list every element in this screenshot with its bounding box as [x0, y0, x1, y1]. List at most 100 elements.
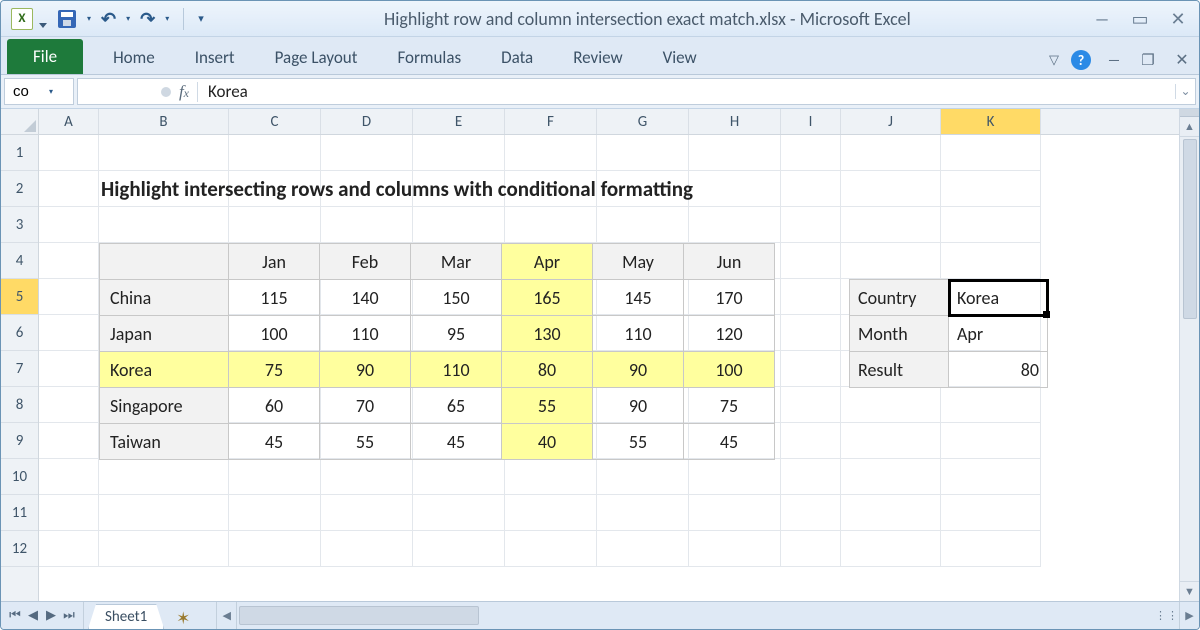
scroll-right-button[interactable]: ▶	[1179, 602, 1199, 629]
col-header-H[interactable]: H	[689, 109, 781, 134]
redo-button[interactable]: ↷	[140, 8, 155, 30]
table-cell[interactable]: 165	[502, 280, 593, 316]
table-cell[interactable]: 120	[684, 316, 775, 352]
minimize-button[interactable]: ―	[1091, 8, 1113, 30]
help-icon[interactable]: ?	[1071, 50, 1091, 70]
table-cell[interactable]: 90	[593, 388, 684, 424]
split-handle-icon[interactable]	[1180, 109, 1199, 117]
lookup-value[interactable]: Korea	[949, 280, 1048, 316]
lookup-label[interactable]: Country	[850, 280, 949, 316]
row-header-7[interactable]: 7	[1, 351, 38, 387]
row-header-2[interactable]: 2	[1, 171, 38, 207]
workbook-restore-button[interactable]: ❐	[1137, 51, 1159, 70]
name-box[interactable]: ▾	[4, 78, 74, 105]
table-row-label[interactable]: Japan	[100, 316, 229, 352]
row-header-9[interactable]: 9	[1, 423, 38, 459]
vscroll-thumb[interactable]	[1183, 139, 1197, 319]
table-cell[interactable]: 145	[593, 280, 684, 316]
row-header-5[interactable]: 5	[1, 279, 38, 315]
scroll-left-button[interactable]: ◀	[217, 602, 237, 629]
table-cell[interactable]: 90	[593, 352, 684, 388]
save-dropdown-icon[interactable]: ▾	[87, 14, 91, 24]
table-header[interactable]: Jan	[229, 244, 320, 280]
table-cell[interactable]: 130	[502, 316, 593, 352]
worksheet[interactable]: ABCDEFGHIJK 123456789101112 Highlight in…	[1, 109, 1199, 601]
formula-input[interactable]: Korea	[198, 81, 1175, 102]
row-header-3[interactable]: 3	[1, 207, 38, 243]
cell-grid[interactable]: Highlight intersecting rows and columns …	[39, 135, 1179, 601]
close-button[interactable]: ✕	[1167, 8, 1189, 30]
table-cell[interactable]: 45	[229, 424, 320, 460]
ribbon-tab-review[interactable]: Review	[573, 47, 622, 68]
ribbon-tab-insert[interactable]: Insert	[195, 47, 235, 68]
table-cell[interactable]: 110	[411, 352, 502, 388]
column-headers[interactable]: ABCDEFGHIJK	[39, 109, 1179, 135]
col-header-I[interactable]: I	[781, 109, 841, 134]
table-header[interactable]: Apr	[502, 244, 593, 280]
name-box-dropdown-icon[interactable]: ▾	[49, 87, 53, 97]
col-header-F[interactable]: F	[505, 109, 597, 134]
table-cell[interactable]: 170	[684, 280, 775, 316]
table-cell[interactable]: 75	[229, 352, 320, 388]
table-cell[interactable]: 150	[411, 280, 502, 316]
select-all-corner[interactable]	[1, 109, 39, 135]
maximize-button[interactable]: ▭	[1129, 8, 1151, 30]
table-cell[interactable]: 115	[229, 280, 320, 316]
col-header-D[interactable]: D	[321, 109, 413, 134]
app-icon[interactable]: X	[11, 8, 33, 30]
lookup-table[interactable]: CountryKoreaMonthAprResult80	[849, 279, 1048, 388]
workbook-minimize-button[interactable]: ―	[1103, 51, 1125, 70]
row-headers[interactable]: 123456789101112	[1, 135, 39, 601]
row-header-6[interactable]: 6	[1, 315, 38, 351]
table-cell[interactable]: 80	[502, 352, 593, 388]
table-cell[interactable]: 70	[320, 388, 411, 424]
data-table[interactable]: JanFebMarAprMayJunChina11514015016514517…	[99, 243, 775, 460]
name-box-input[interactable]	[11, 82, 45, 101]
col-header-K[interactable]: K	[941, 109, 1041, 134]
hscroll-split-grip-icon[interactable]: ⋮⋮	[1155, 609, 1179, 622]
ribbon-tab-page-layout[interactable]: Page Layout	[275, 47, 358, 68]
file-tab[interactable]: File	[7, 39, 83, 74]
new-sheet-button[interactable]: ✶	[170, 608, 196, 629]
row-header-12[interactable]: 12	[1, 531, 38, 567]
col-header-A[interactable]: A	[39, 109, 99, 134]
row-header-1[interactable]: 1	[1, 135, 38, 171]
vertical-scrollbar[interactable]: ▲ ▼	[1179, 109, 1199, 601]
ribbon-tab-data[interactable]: Data	[501, 47, 533, 68]
tab-first-button[interactable]: ⏮	[7, 608, 23, 623]
col-header-C[interactable]: C	[229, 109, 321, 134]
col-header-G[interactable]: G	[597, 109, 689, 134]
ribbon-tab-view[interactable]: View	[663, 47, 697, 68]
workbook-close-button[interactable]: ✕	[1171, 50, 1193, 70]
ribbon-tab-formulas[interactable]: Formulas	[397, 47, 461, 68]
sheet-tab-1[interactable]: Sheet1	[88, 604, 164, 629]
fx-icon[interactable]: fx	[179, 82, 189, 102]
row-header-11[interactable]: 11	[1, 495, 38, 531]
table-cell[interactable]: 55	[502, 388, 593, 424]
lookup-value[interactable]: Apr	[949, 316, 1048, 352]
tab-prev-button[interactable]: ◀	[25, 608, 41, 623]
table-cell[interactable]: 40	[502, 424, 593, 460]
ribbon-minimize-icon[interactable]: ▽	[1049, 53, 1059, 68]
table-cell[interactable]: 75	[684, 388, 775, 424]
row-header-8[interactable]: 8	[1, 387, 38, 423]
undo-dropdown-icon[interactable]: ▾	[126, 14, 130, 24]
lookup-label[interactable]: Month	[850, 316, 949, 352]
table-cell[interactable]: 65	[411, 388, 502, 424]
table-cell[interactable]: 45	[411, 424, 502, 460]
table-cell[interactable]: 45	[684, 424, 775, 460]
table-cell[interactable]: 100	[684, 352, 775, 388]
hscroll-thumb[interactable]	[239, 606, 479, 625]
row-header-4[interactable]: 4	[1, 243, 38, 279]
table-header[interactable]: Mar	[411, 244, 502, 280]
table-row-label[interactable]: Singapore	[100, 388, 229, 424]
table-cell[interactable]: 55	[593, 424, 684, 460]
table-row-label[interactable]: Taiwan	[100, 424, 229, 460]
table-row-label[interactable]: China	[100, 280, 229, 316]
table-cell[interactable]: 90	[320, 352, 411, 388]
scroll-up-button[interactable]: ▲	[1180, 117, 1199, 137]
tab-next-button[interactable]: ▶	[43, 608, 59, 623]
col-header-B[interactable]: B	[99, 109, 229, 134]
horizontal-scrollbar[interactable]: ◀ ⋮⋮ ▶	[216, 602, 1199, 629]
table-header[interactable]: Feb	[320, 244, 411, 280]
